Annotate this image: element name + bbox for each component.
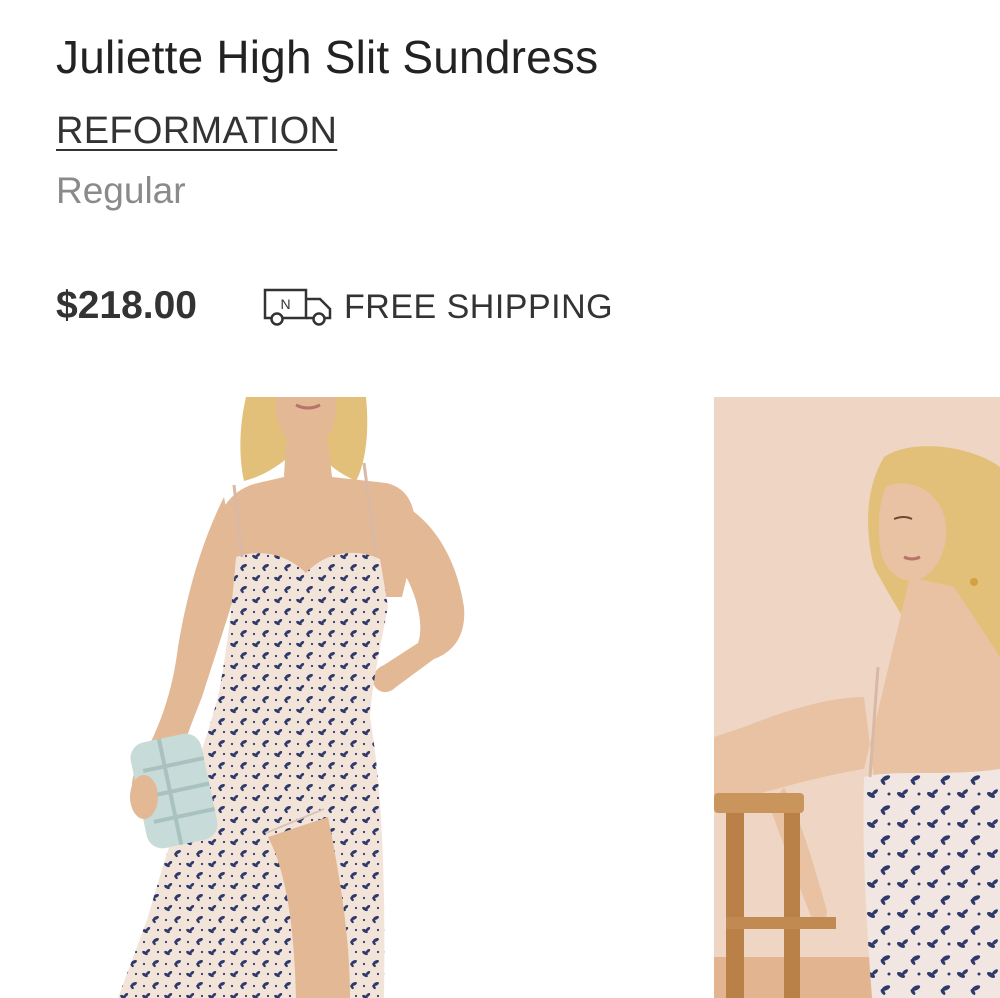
fit-label: Regular bbox=[56, 170, 186, 211]
truck-badge-letter: N bbox=[280, 296, 290, 312]
product-price: $218.00 bbox=[56, 284, 197, 327]
product-image-gallery[interactable] bbox=[0, 397, 1000, 998]
model-seated-photo[interactable] bbox=[714, 397, 1000, 998]
product-title: Juliette High Slit Sundress bbox=[56, 31, 599, 83]
delivery-truck-icon: N bbox=[263, 288, 332, 326]
free-shipping-badge: N FREE SHIPPING bbox=[262, 286, 613, 328]
free-shipping-label: FREE SHIPPING bbox=[344, 287, 614, 326]
brand-link[interactable]: REFORMATION bbox=[56, 110, 337, 153]
model-front-photo[interactable] bbox=[118, 397, 638, 998]
